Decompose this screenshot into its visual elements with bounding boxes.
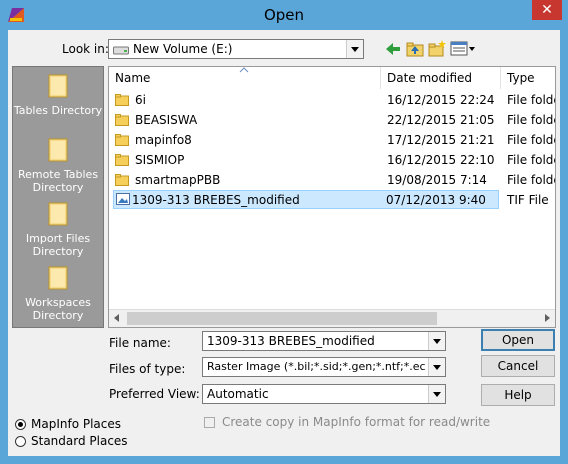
list-item-selected[interactable]: 1309-313 BREBES_modified 07/12/2013 9:40 <box>113 190 499 209</box>
file-name-label: File name: <box>109 336 171 350</box>
file-name: 6i <box>135 93 146 107</box>
list-item-type-cell[interactable]: TIF File <box>501 191 555 210</box>
folder-icon <box>48 74 68 98</box>
file-date: 07/12/2013 9:40 <box>386 193 486 207</box>
file-name: smartmapPBB <box>135 173 221 187</box>
files-of-type-dropdown[interactable]: Raster Image (*.bil;*.sid;*.gen;*.ntf;*.… <box>202 357 446 377</box>
list-item[interactable]: BEASISWA 22/12/2015 21:05 File folder <box>109 111 555 130</box>
file-list: Name Date modified Type 6i 16/12/2015 22… <box>108 66 556 328</box>
scroll-right-icon[interactable] <box>545 314 550 322</box>
sidebar-item-workspaces[interactable]: Workspaces Directory <box>13 265 103 322</box>
folder-icon <box>115 114 129 126</box>
back-arrow-icon[interactable] <box>384 40 402 58</box>
file-date: 17/12/2015 21:21 <box>387 133 495 147</box>
files-of-type-label: Files of type: <box>109 362 186 376</box>
file-type: File folder <box>507 153 555 167</box>
sort-ascending-icon <box>239 67 249 73</box>
look-in-dropdown[interactable]: New Volume (E:) <box>108 39 364 59</box>
file-name: BEASISWA <box>135 113 198 127</box>
file-date: 22/12/2015 21:05 <box>387 113 495 127</box>
close-button[interactable]: ✕ <box>532 0 562 20</box>
new-folder-icon[interactable] <box>428 40 446 58</box>
list-item[interactable]: mapinfo8 17/12/2015 21:21 File folder <box>109 131 555 150</box>
folder-icon <box>115 94 129 106</box>
up-folder-icon[interactable] <box>406 40 424 58</box>
file-type: TIF File <box>507 193 549 207</box>
sidebar-item-label: Workspaces Directory <box>25 296 91 322</box>
folder-icon <box>115 134 129 146</box>
file-type: File folder <box>507 173 555 187</box>
preferred-view-dropdown[interactable]: Automatic <box>202 384 446 404</box>
chevron-down-icon[interactable] <box>428 358 445 376</box>
view-menu-icon[interactable] <box>450 40 476 58</box>
window-title: Open <box>263 6 305 24</box>
chevron-down-icon[interactable] <box>428 332 445 350</box>
file-type: File folder <box>507 113 555 127</box>
file-date: 16/12/2015 22:24 <box>387 93 495 107</box>
sidebar-item-tables[interactable]: Tables Directory <box>13 73 103 117</box>
file-name: mapinfo8 <box>135 133 192 147</box>
folder-icon <box>115 154 129 166</box>
list-item[interactable]: smartmapPBB 19/08/2015 7:14 File folder <box>109 171 555 190</box>
sidebar-item-remote-tables[interactable]: Remote Tables Directory <box>13 137 103 194</box>
open-button[interactable]: Open <box>481 329 555 351</box>
file-name-value: 1309-313 BREBES_modified <box>207 334 375 348</box>
file-name-input[interactable]: 1309-313 BREBES_modified <box>202 331 446 351</box>
create-copy-label: Create copy in MapInfo format for read/w… <box>222 415 491 429</box>
list-item[interactable]: SISMIOP 16/12/2015 22:10 File folder <box>109 151 555 170</box>
chevron-down-icon[interactable] <box>346 40 363 58</box>
scrollbar-thumb[interactable] <box>127 312 437 325</box>
standard-places-radio[interactable] <box>15 436 26 447</box>
help-button[interactable]: Help <box>481 384 555 406</box>
column-header-date[interactable]: Date modified <box>381 67 501 89</box>
preferred-view-label: Preferred View: <box>109 387 200 401</box>
drive-icon <box>113 46 129 55</box>
folder-icon <box>48 266 68 290</box>
standard-places-label: Standard Places <box>31 434 128 448</box>
mapinfo-places-label: MapInfo Places <box>31 417 122 431</box>
mapinfo-places-radio[interactable] <box>15 419 26 430</box>
sidebar-item-label: Remote Tables Directory <box>17 168 99 194</box>
create-copy-checkbox[interactable] <box>204 417 215 428</box>
sidebar-item-label: Tables Directory <box>13 104 103 117</box>
files-of-type-value: Raster Image (*.bil;*.sid;*.gen;*.ntf;*.… <box>207 360 425 373</box>
file-date: 16/12/2015 22:10 <box>387 153 495 167</box>
folder-icon <box>48 202 68 226</box>
preferred-view-value: Automatic <box>207 387 269 401</box>
file-date: 19/08/2015 7:14 <box>387 173 487 187</box>
dialog-body: Look in: New Volume (E:) Tables Director… <box>8 30 560 456</box>
column-header-type[interactable]: Type <box>501 67 555 89</box>
horizontal-scrollbar[interactable] <box>109 309 555 327</box>
folder-icon <box>48 138 68 162</box>
cancel-button[interactable]: Cancel <box>481 355 555 377</box>
file-name: 1309-313 BREBES_modified <box>132 193 300 207</box>
sidebar-item-import-files[interactable]: Import Files Directory <box>13 201 103 258</box>
sidebar-item-label: Import Files Directory <box>25 232 91 258</box>
chevron-down-icon[interactable] <box>428 385 445 403</box>
file-name: SISMIOP <box>135 153 185 167</box>
scroll-left-icon[interactable] <box>114 314 119 322</box>
look-in-label: Look in: <box>62 42 109 56</box>
folder-icon <box>115 174 129 186</box>
file-type: File folder <box>507 133 555 147</box>
look-in-value: New Volume (E:) <box>133 42 233 56</box>
file-type: File folder <box>507 93 555 107</box>
list-item[interactable]: 6i 16/12/2015 22:24 File folder <box>109 91 555 110</box>
title-bar: Open ✕ <box>0 0 568 30</box>
places-sidebar: Tables Directory Remote Tables Directory… <box>12 66 104 328</box>
image-file-icon <box>116 193 130 205</box>
